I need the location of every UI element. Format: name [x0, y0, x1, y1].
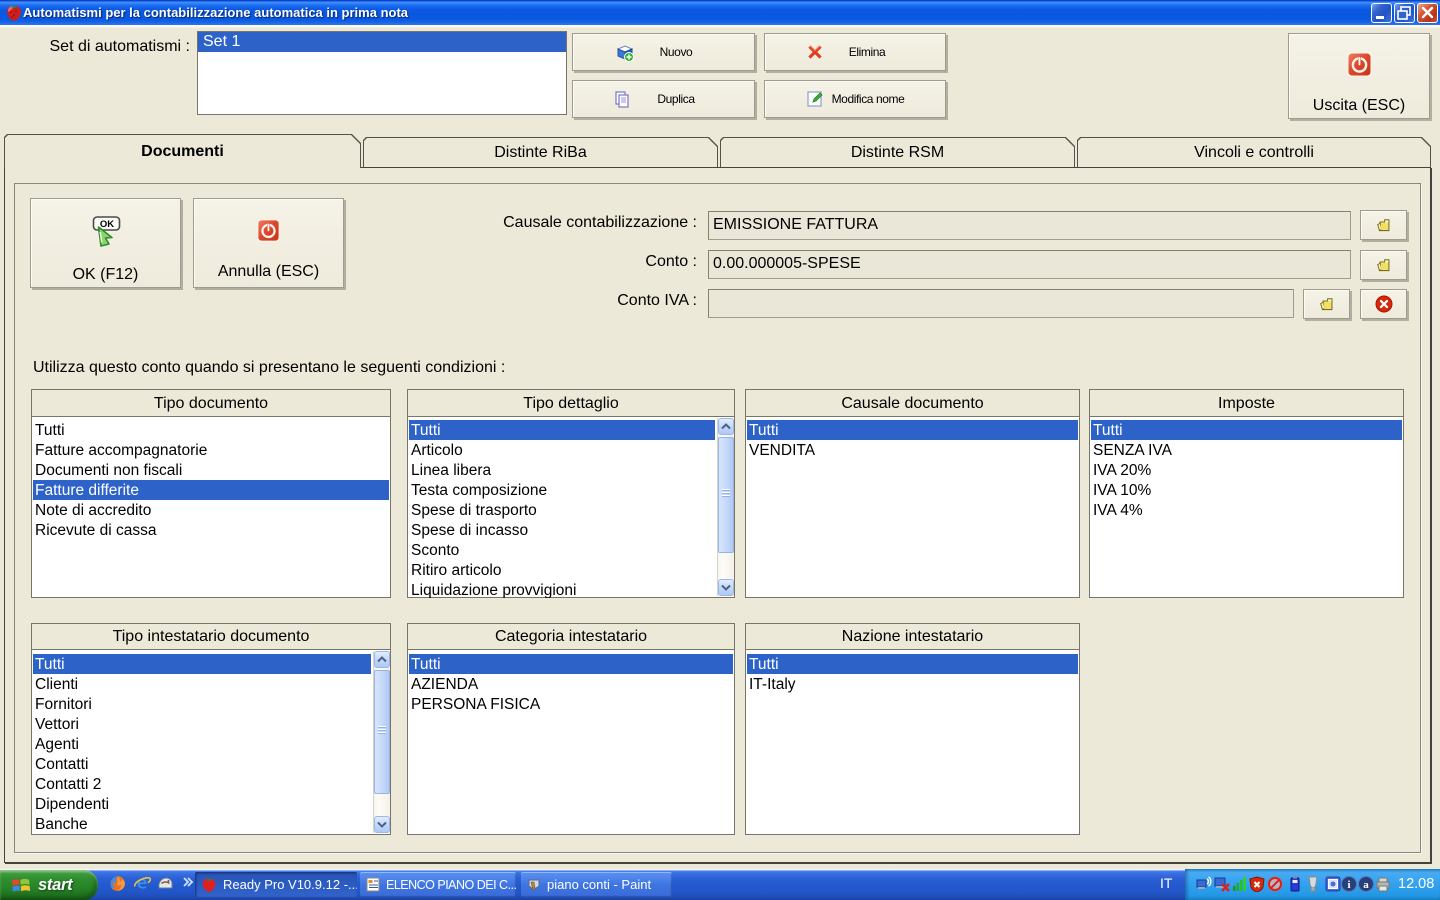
svg-text:i: i	[1347, 879, 1350, 891]
svg-text:a: a	[1363, 879, 1369, 891]
